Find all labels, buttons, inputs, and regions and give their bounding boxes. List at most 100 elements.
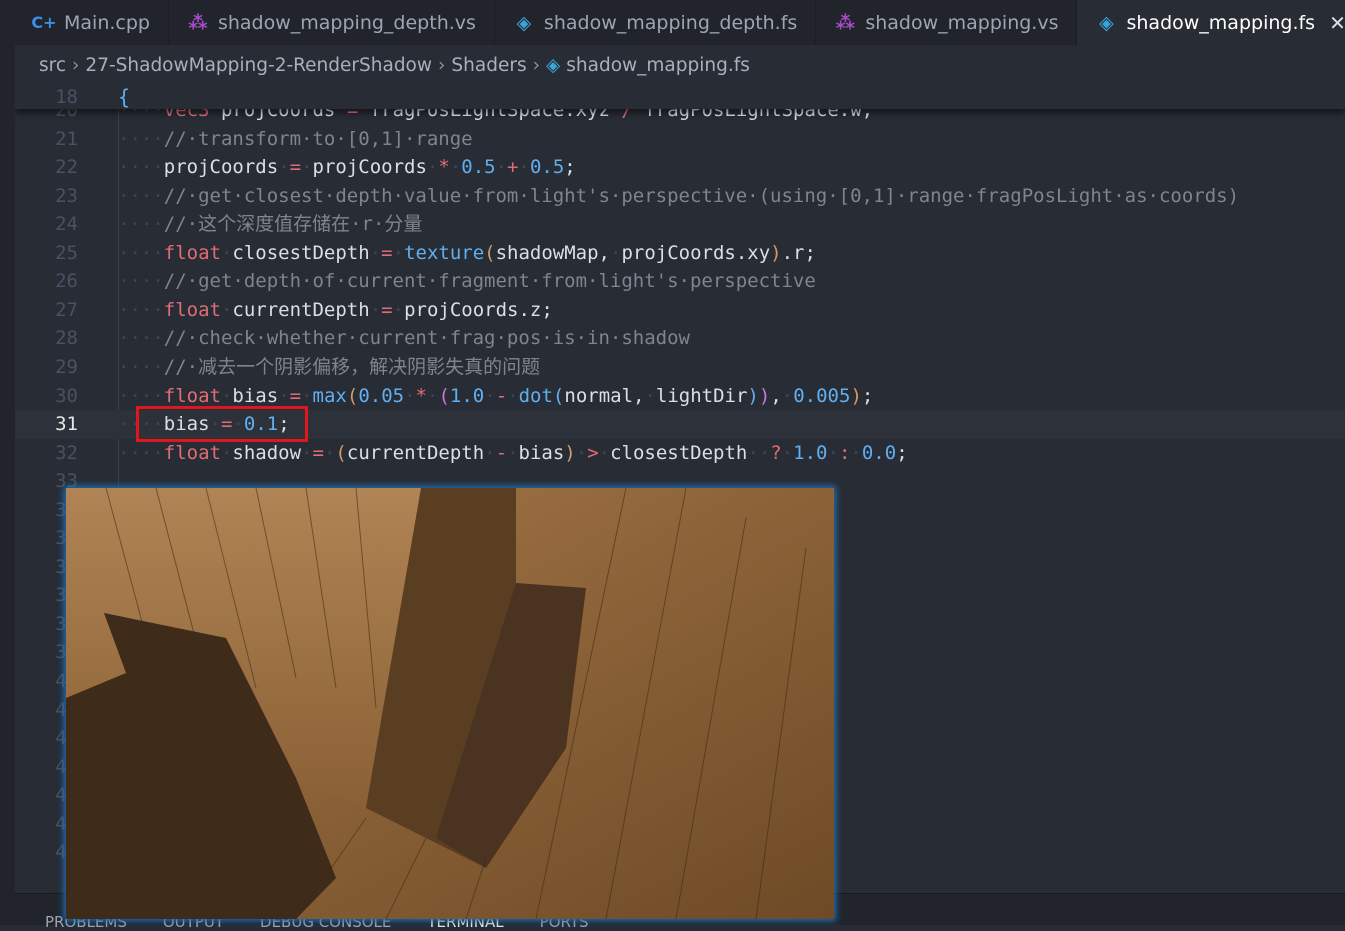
code-line[interactable]: 23 ····//·get·closest·depth·value·from·li… <box>15 182 1345 211</box>
token-ws: · <box>518 156 530 179</box>
chevron-right-icon: › <box>532 54 541 76</box>
token-op: = <box>381 298 393 321</box>
shader-fs-icon: ◈ <box>546 54 561 76</box>
token-ws: ···· <box>118 441 164 464</box>
token-ws: · <box>495 156 508 179</box>
token-ws: ···· <box>118 270 164 293</box>
token-id: closestDepth <box>610 441 748 464</box>
chevron-right-icon: › <box>438 54 446 76</box>
token-fn: max <box>312 384 347 407</box>
tab-label: shadow_mapping.vs <box>865 11 1059 34</box>
token-ws: · <box>220 384 233 407</box>
token-id: shadowMap, <box>495 241 610 264</box>
token-id: closestDepth <box>232 241 370 264</box>
token-ws: ···· <box>118 213 164 236</box>
tab-label: shadow_mapping.fs <box>1126 11 1316 34</box>
line-number: 31 <box>55 413 78 436</box>
breadcrumb-item[interactable]: 27-ShadowMapping-2-RenderShadow <box>85 55 432 76</box>
token-ws: · <box>484 441 496 464</box>
sticky-scroll-line[interactable]: 18 { <box>15 85 1345 109</box>
code-text: ····//·减去一个阴影偏移，解决阴影失真的问题 <box>118 353 540 382</box>
tab-shadow-mapping-depth-fs[interactable]: ◈ shadow_mapping_depth.fs <box>495 0 817 45</box>
tab-shadow-mapping-fs[interactable]: ◈ shadow_mapping.fs ✕ <box>1077 0 1345 45</box>
breadcrumb-item[interactable]: shadow_mapping.fs <box>566 55 750 76</box>
token-num: 0.5 <box>529 156 565 179</box>
token-ws: · <box>850 441 862 464</box>
token-cm: //·这个深度值存储在·r·分量 <box>163 213 423 236</box>
code-line[interactable]: 26 ····//·get·depth·of·current·fragment·f… <box>15 267 1345 296</box>
token-ws: ···· <box>118 156 164 179</box>
token-p1: ( <box>335 441 347 464</box>
token-ws: · <box>781 384 794 407</box>
activity-bar <box>0 0 15 925</box>
token-cm: //·transform·to·[0,1]·range <box>163 127 473 150</box>
token-ws: · <box>827 441 839 464</box>
token-ws: · <box>369 298 382 321</box>
token-id: bias <box>232 384 279 407</box>
tab-label: shadow_mapping_depth.fs <box>543 11 798 34</box>
token-ws: · <box>301 384 313 407</box>
token-cm: //·减去一个阴影偏移，解决阴影失真的问题 <box>163 355 541 378</box>
code-text: ····//·get·closest·depth·value·from·ligh… <box>118 182 1239 211</box>
line-number: 32 <box>55 441 78 464</box>
token-kw: float <box>163 441 221 464</box>
token-op: = <box>312 441 324 464</box>
line-number: 18 <box>55 86 78 108</box>
breadcrumb: src › 27-ShadowMapping-2-RenderShadow › Shad… <box>15 45 1345 85</box>
token-ws: · <box>507 441 519 464</box>
breadcrumb-item[interactable]: Shaders <box>451 55 526 76</box>
token-id: normal, <box>564 384 645 407</box>
cpp-icon: C+ <box>31 13 57 32</box>
token-ws: · <box>392 241 405 264</box>
editor-tabs: C+ Main.cpp ⁂ shadow_mapping_depth.vs ◈ shado… <box>15 0 1345 45</box>
token-op: = <box>289 156 302 179</box>
code-line[interactable]: 25 ····float·closestDepth·=·texture(shado… <box>15 239 1345 268</box>
token-ws: · <box>644 384 656 407</box>
code-line[interactable]: 29 ····//·减去一个阴影偏移，解决阴影失真的问题 <box>15 353 1345 382</box>
line-number: 22 <box>55 156 78 179</box>
shader-fs-icon: ◈ <box>516 11 532 34</box>
token-num: 1.0 <box>449 384 485 407</box>
token-ws: · <box>598 441 611 464</box>
tab-shadow-mapping-vs[interactable]: ⁂ shadow_mapping.vs <box>816 0 1078 45</box>
shader-vs-icon: ⁂ <box>835 11 856 34</box>
token-pun: ; <box>861 384 874 407</box>
code-line[interactable]: 21 ····//·transform·to·[0,1]·range <box>15 125 1345 154</box>
code-line[interactable]: 32 ····float·shadow·=·(currentDepth·-·bia… <box>15 439 1345 468</box>
token-num: ) <box>747 384 759 407</box>
code-line[interactable]: 27 ····float·currentDepth·=·projCoords.z; <box>15 296 1345 325</box>
close-icon[interactable]: ✕ <box>1329 11 1345 35</box>
tab-label: shadow_mapping_depth.vs <box>217 11 476 34</box>
token-ws: ···· <box>118 241 164 264</box>
line-number: 28 <box>55 327 78 350</box>
tab-shadow-mapping-depth-vs[interactable]: ⁂ shadow_mapping_depth.vs <box>169 0 495 45</box>
shader-vs-icon: ⁂ <box>188 11 208 34</box>
breadcrumb-item[interactable]: src <box>39 55 66 76</box>
token-kw: float <box>163 298 221 321</box>
token-ws: · <box>220 298 233 321</box>
token-num: 0.5 <box>461 156 496 179</box>
line-number: 30 <box>55 384 78 407</box>
token-ws: · <box>404 384 416 407</box>
token-fn: dot <box>518 384 553 407</box>
token-id: shadow <box>232 441 302 464</box>
token-ws: ···· <box>118 384 164 407</box>
token-p1: ) <box>564 441 576 464</box>
code-line[interactable]: 28 ····//·check·whether·current·frag·pos·… <box>15 324 1345 353</box>
token-op: = <box>289 384 302 407</box>
token-kw: float <box>163 241 221 264</box>
tab-main-cpp[interactable]: C+ Main.cpp <box>15 0 169 45</box>
token-ws: · <box>575 441 588 464</box>
token-ws: · <box>278 156 290 179</box>
line-number: 25 <box>55 241 78 264</box>
code-text: ····//·get·depth·of·current·fragment·fro… <box>118 267 816 296</box>
code-text: ····//·check·whether·current·frag·pos·is… <box>118 324 690 353</box>
token-id: projCoords.xy <box>621 241 771 264</box>
tab-label: Main.cpp <box>64 11 150 34</box>
token-ws: · <box>369 241 382 264</box>
token-num: ( <box>552 384 565 407</box>
token-p2: ( <box>438 384 450 407</box>
token-num: 0.0 <box>861 441 897 464</box>
code-line[interactable]: 22 ····projCoords·=·projCoords·*·0.5·+·0.… <box>15 153 1345 182</box>
code-line[interactable]: 24 ····//·这个深度值存储在·r·分量 <box>15 210 1345 239</box>
